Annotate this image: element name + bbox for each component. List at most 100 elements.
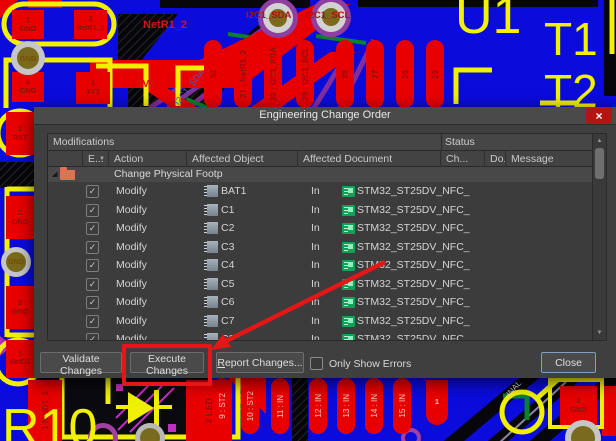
table-column-header: E...▼ Action Affected Object Affected Do… [48, 151, 593, 167]
pcb-pin-pad: 31 : NetR1_2 [234, 40, 252, 108]
only-show-errors-checkbox[interactable] [310, 357, 323, 370]
gnd-via-left: GND [6, 252, 26, 272]
table-body: ◢ Change Physical Footp ✓ Modify BAT1 In… [48, 167, 593, 340]
scroll-down-icon[interactable]: ▼ [593, 330, 606, 336]
table-group-header: Modifications Status [48, 134, 593, 151]
column-header-action[interactable]: Action [109, 151, 187, 167]
row-direction: In [311, 185, 320, 197]
expand-icon[interactable]: ◢ [52, 170, 57, 178]
column-header-tree [48, 151, 83, 167]
row-direction: In [311, 204, 320, 216]
row-document: STM32_ST25DV_NFC_ [357, 259, 493, 271]
check-icon: ✓ [89, 279, 97, 290]
column-header-message[interactable]: Message [506, 151, 593, 167]
table-row[interactable]: ✓ Modify C6 In STM32_ST25DV_NFC_ [48, 293, 593, 312]
component-icon [207, 222, 218, 234]
scrollbar-thumb[interactable] [595, 148, 604, 179]
dialog-title: Engineering Change Order [34, 109, 616, 121]
pcb-pin-pad: 12 : IN [309, 378, 327, 434]
row-action: Modify [116, 204, 147, 216]
row-checkbox[interactable]: ✓ [86, 241, 99, 254]
pcb-pin-pad: 14 : IN [365, 378, 383, 434]
net-label-netr1-2: NetR1_2 [143, 20, 187, 31]
pcb-pad-2-gnd-left2: 2 GND [6, 286, 34, 329]
table-row[interactable]: ✓ Modify C8 In STM32_ST25DV_NFC_ [48, 330, 593, 340]
pcb-document-icon [342, 316, 355, 327]
check-icon: ✓ [89, 297, 97, 308]
component-icon [207, 241, 218, 253]
check-icon: ✓ [89, 223, 97, 234]
check-icon: ✓ [89, 334, 97, 340]
check-icon: ✓ [89, 186, 97, 197]
row-checkbox[interactable]: ✓ [86, 204, 99, 217]
screenshot-root: 1 GND 2 NetR1_2 2 GND 1 3V3 2 RST 2 GND … [0, 0, 616, 441]
row-direction: In [311, 241, 320, 253]
row-checkbox[interactable]: ✓ [86, 278, 99, 291]
close-icon: × [595, 109, 602, 123]
check-icon: ✓ [89, 316, 97, 327]
table-row[interactable]: ✓ Modify C7 In STM32_ST25DV_NFC_ [48, 312, 593, 331]
table-row[interactable]: ✓ Modify C4 In STM32_ST25DV_NFC_ [48, 256, 593, 275]
dialog-titlebar[interactable]: Engineering Change Order × [34, 107, 616, 125]
group-row-label: Change Physical Footp [114, 168, 223, 180]
component-icon [207, 204, 218, 216]
row-checkbox[interactable]: ✓ [86, 333, 99, 340]
row-checkbox[interactable]: ✓ [86, 222, 99, 235]
pcb-pin-pad: 15 : IN [393, 378, 411, 434]
execute-changes-button[interactable]: Execute Changes [130, 352, 204, 373]
table-rows-host: ✓ Modify BAT1 In STM32_ST25DV_NFC_ ✓ Mod… [48, 182, 593, 340]
report-changes-button[interactable]: Report Changes... [216, 352, 304, 373]
row-object: C8 [221, 333, 234, 340]
only-show-errors-label: Only Show Errors [329, 358, 411, 370]
component-icon [207, 259, 218, 271]
pcb-document-icon [342, 260, 355, 271]
scroll-up-icon[interactable]: ▲ [593, 138, 606, 144]
column-header-affected-document[interactable]: Affected Document [298, 151, 441, 167]
row-document: STM32_ST25DV_NFC_ [357, 222, 493, 234]
column-header-enable[interactable]: E...▼ [83, 151, 109, 167]
pcb-pin-pad: 9 : ST2 [213, 378, 231, 434]
table-scrollbar[interactable]: ▲ ▼ [592, 134, 606, 340]
table-row[interactable]: ✓ Modify C3 In STM32_ST25DV_NFC_ [48, 238, 593, 257]
folder-icon [60, 170, 75, 180]
pcb-pad-2-gnd-left1: 2 GND [6, 196, 34, 239]
pcb-pad-1-gnd: 1 GND [12, 10, 44, 39]
row-checkbox[interactable]: ✓ [86, 259, 99, 272]
row-object: C5 [221, 278, 234, 290]
component-icon [207, 278, 218, 290]
pcb-pad-1-3v3: 1 3V3 [76, 72, 110, 104]
pcb-pin-pad: 11 : IN [271, 378, 289, 434]
pcb-pin-pad: 29 : I2C1_SCL [296, 40, 314, 108]
row-checkbox[interactable]: ✓ [86, 185, 99, 198]
designator-u1: U1 [455, 0, 521, 42]
row-object: C4 [221, 259, 234, 271]
pcb-pad-2-gnd-top: 2 GND [12, 72, 44, 102]
filter-dropdown-icon[interactable]: ▼ [99, 156, 105, 162]
eco-dialog: Engineering Change Order × Modifications… [34, 107, 616, 378]
column-header-affected-object[interactable]: Affected Object [187, 151, 298, 167]
pcb-pin-pad: 25 [426, 40, 444, 108]
table-row[interactable]: ✓ Modify BAT1 In STM32_ST25DV_NFC_ [48, 182, 593, 201]
component-icon [207, 185, 218, 197]
gnd-via-top: GND [17, 47, 39, 69]
column-header-check[interactable]: Ch... [441, 151, 485, 167]
table-row[interactable]: ✓ Modify C2 In STM32_ST25DV_NFC_ [48, 219, 593, 238]
close-dialog-button[interactable]: Close [541, 352, 596, 373]
group-row[interactable]: ◢ Change Physical Footp [48, 167, 593, 182]
table-row[interactable]: ✓ Modify C5 In STM32_ST25DV_NFC_ [48, 275, 593, 294]
pcb-pin-pad: 27 [366, 40, 384, 108]
component-icon [207, 315, 218, 327]
row-checkbox[interactable]: ✓ [86, 296, 99, 309]
validate-changes-button[interactable]: Validate Changes [40, 352, 122, 373]
column-header-done[interactable]: Do... [485, 151, 506, 167]
table-row[interactable]: ✓ Modify C1 In STM32_ST25DV_NFC_ [48, 201, 593, 220]
pcb-document-icon [342, 334, 355, 340]
pcb-pin-pad: 13 : IN [337, 378, 355, 434]
row-checkbox[interactable]: ✓ [86, 315, 99, 328]
eco-table: Modifications Status E...▼ Action Affect… [47, 133, 607, 341]
close-button[interactable]: × [586, 107, 612, 124]
row-direction: In [311, 296, 320, 308]
row-document: STM32_ST25DV_NFC_ [357, 296, 493, 308]
inner-net-label-inal: INAL [505, 379, 524, 398]
pcb-pin-pad: 28 [336, 40, 354, 108]
